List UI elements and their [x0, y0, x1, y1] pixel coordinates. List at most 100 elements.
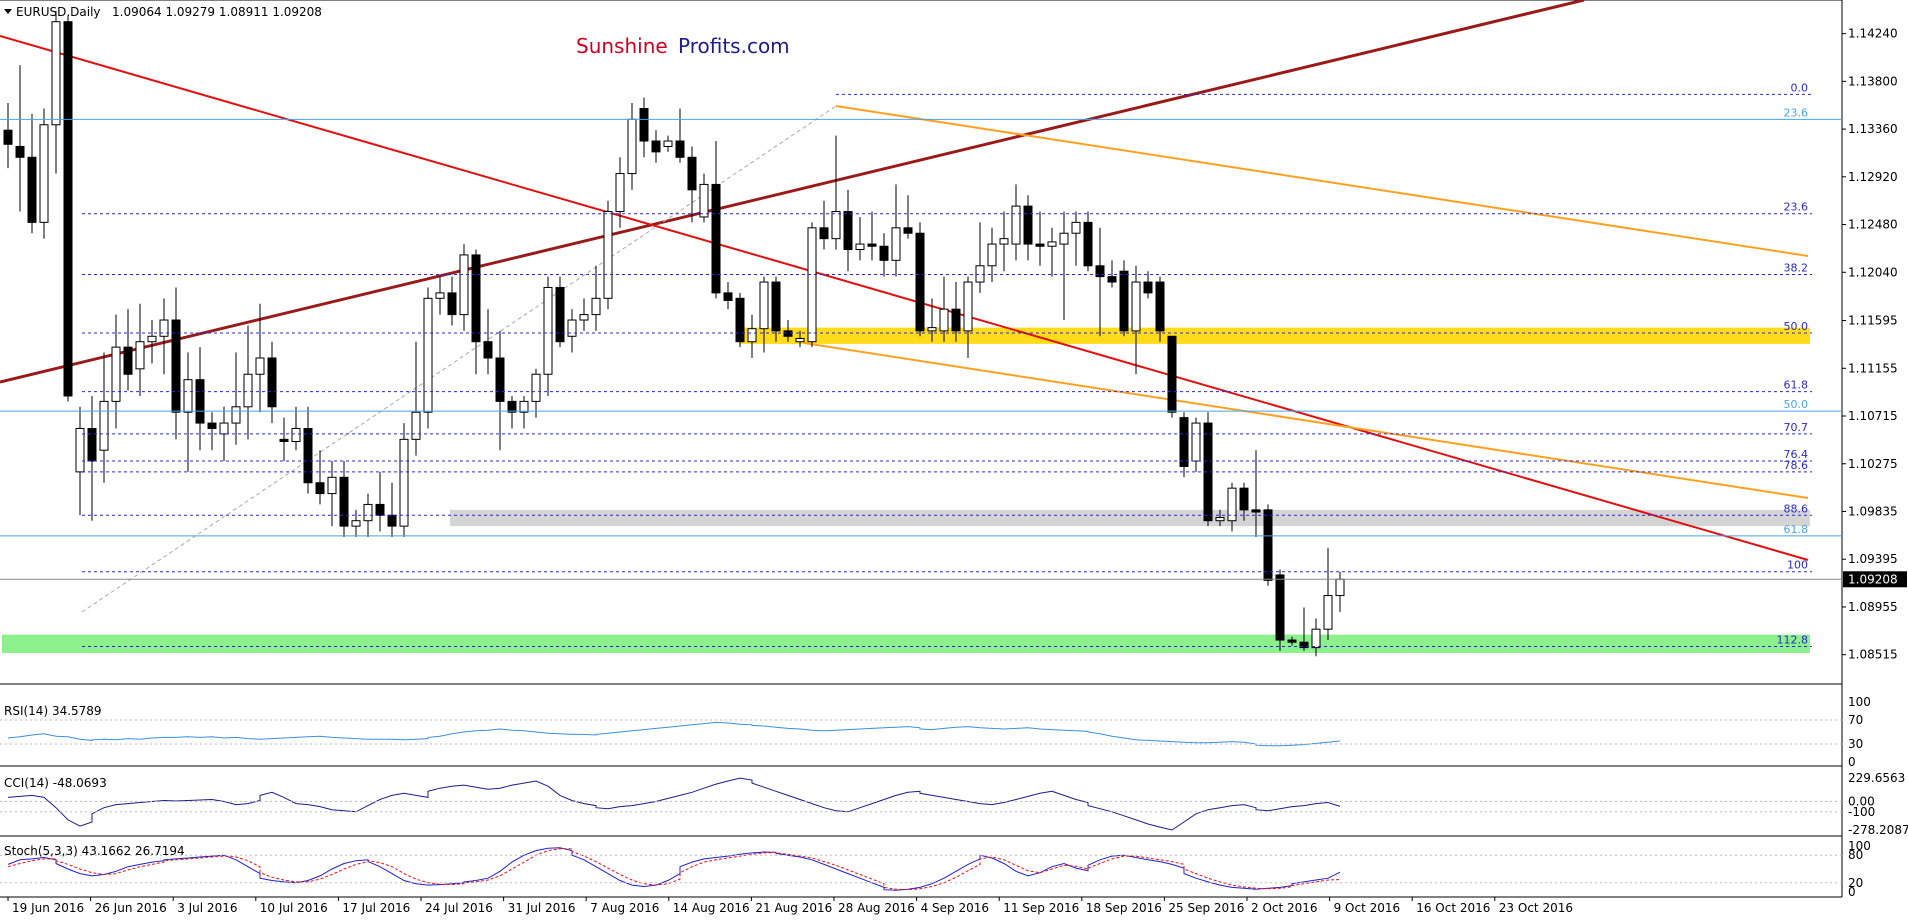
candle-body[interactable] [723, 292, 733, 301]
candle-body[interactable] [603, 211, 613, 299]
candle-body[interactable] [1095, 265, 1105, 278]
candle-body[interactable] [1323, 595, 1333, 630]
candle-body[interactable] [591, 297, 601, 316]
candle-body[interactable] [3, 129, 13, 145]
candle-body[interactable] [819, 227, 829, 240]
candle-body[interactable] [1107, 276, 1117, 283]
candle-body[interactable] [75, 427, 85, 473]
candle-body[interactable] [291, 427, 301, 443]
candle-body[interactable] [1083, 221, 1093, 267]
candle-body[interactable] [831, 211, 841, 240]
candle-body[interactable] [231, 406, 241, 424]
candle-body[interactable] [1215, 516, 1225, 522]
candle-body[interactable] [1275, 574, 1285, 641]
candle-body[interactable] [123, 346, 133, 375]
chart-canvas[interactable]: 0.023.623.638.250.061.850.070.776.478.68… [0, 0, 1908, 920]
candle-body[interactable] [183, 379, 193, 413]
candle-body[interactable] [459, 254, 469, 316]
candle-body[interactable] [1167, 335, 1177, 413]
candle-body[interactable] [63, 21, 73, 397]
candle-body[interactable] [1263, 509, 1273, 581]
candle-body[interactable] [327, 476, 337, 495]
candle-body[interactable] [207, 422, 217, 429]
candle-body[interactable] [999, 238, 1009, 245]
candle-body[interactable] [51, 21, 61, 126]
candle-body[interactable] [1251, 509, 1261, 513]
candle-body[interactable] [27, 156, 37, 223]
candle-body[interactable] [1155, 281, 1165, 332]
candle-body[interactable] [615, 173, 625, 213]
candle-body[interactable] [447, 292, 457, 316]
candle-body[interactable] [975, 265, 985, 283]
candle-body[interactable] [771, 281, 781, 332]
candle-body[interactable] [315, 482, 325, 495]
candle-body[interactable] [135, 341, 145, 370]
candle-body[interactable] [903, 227, 913, 234]
candle-body[interactable] [375, 503, 385, 516]
candle-body[interactable] [1011, 205, 1021, 245]
candle-body[interactable] [243, 373, 253, 408]
candle-body[interactable] [747, 328, 757, 343]
candle-body[interactable] [423, 297, 433, 413]
candle-body[interactable] [867, 243, 877, 247]
candle-body[interactable] [1287, 639, 1297, 643]
candle-body[interactable] [759, 281, 769, 330]
candle-body[interactable] [1023, 205, 1033, 245]
candle-body[interactable] [219, 422, 229, 435]
candle-body[interactable] [807, 227, 817, 343]
candle-body[interactable] [1239, 487, 1249, 511]
candle-body[interactable] [87, 427, 97, 462]
candle-body[interactable] [783, 330, 793, 337]
candle-body[interactable] [531, 373, 541, 402]
candle-body[interactable] [15, 145, 25, 158]
candle-body[interactable] [471, 254, 481, 343]
candle-body[interactable] [1059, 232, 1069, 245]
candle-body[interactable] [339, 476, 349, 527]
candle-body[interactable] [1335, 578, 1345, 597]
candle-body[interactable] [855, 243, 865, 251]
candle-body[interactable] [351, 520, 361, 527]
candle-body[interactable] [39, 124, 49, 223]
candle-body[interactable] [927, 327, 937, 332]
candle-body[interactable] [843, 211, 853, 251]
candle-body[interactable] [435, 292, 445, 299]
candle-body[interactable] [195, 379, 205, 424]
candle-body[interactable] [699, 183, 709, 218]
candle-body[interactable] [651, 140, 661, 153]
candle-body[interactable] [879, 245, 889, 261]
candle-body[interactable] [1227, 487, 1237, 522]
candle-body[interactable] [1179, 417, 1189, 467]
candle-body[interactable] [411, 411, 421, 440]
candle-body[interactable] [687, 156, 697, 191]
candle-body[interactable] [399, 438, 409, 527]
candle-body[interactable] [279, 438, 289, 443]
candle-body[interactable] [963, 281, 973, 332]
candle-body[interactable] [1311, 628, 1321, 649]
candle-body[interactable] [951, 308, 961, 332]
candle-body[interactable] [579, 314, 589, 321]
candle-body[interactable] [735, 297, 745, 343]
candle-body[interactable] [939, 308, 949, 332]
candle-body[interactable] [159, 319, 169, 337]
candle-body[interactable] [495, 357, 505, 402]
candle-body[interactable] [567, 319, 577, 337]
candle-body[interactable] [675, 140, 685, 158]
candle-body[interactable] [891, 227, 901, 261]
candle-body[interactable] [519, 400, 529, 413]
candle-body[interactable] [507, 400, 517, 413]
candle-body[interactable] [915, 232, 925, 332]
candle-body[interactable] [1191, 422, 1201, 462]
candle-body[interactable] [1035, 243, 1045, 247]
candle-body[interactable] [663, 140, 673, 147]
candle-body[interactable] [627, 118, 637, 175]
candle-body[interactable] [111, 346, 121, 402]
candle-body[interactable] [795, 337, 805, 343]
candle-body[interactable] [543, 286, 553, 375]
candle-body[interactable] [555, 286, 565, 343]
candle-body[interactable] [99, 400, 109, 451]
candle-body[interactable] [1119, 270, 1129, 332]
candle-body[interactable] [171, 319, 181, 413]
candle-body[interactable] [987, 243, 997, 267]
candle-body[interactable] [483, 341, 493, 359]
candle-body[interactable] [267, 357, 277, 408]
